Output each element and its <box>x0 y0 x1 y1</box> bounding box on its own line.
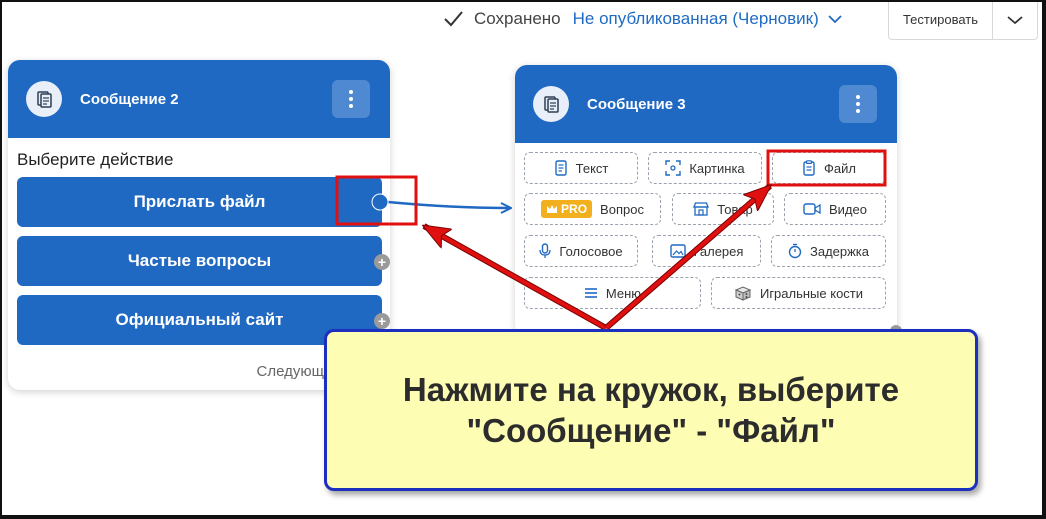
microphone-icon <box>539 243 552 258</box>
option-label: Галерея <box>693 243 744 259</box>
message-avatar <box>26 81 62 117</box>
timer-icon <box>788 243 802 259</box>
top-bar: Сохранено Не опубликованная (Черновик) <box>442 2 843 36</box>
card-menu-button[interactable] <box>839 85 877 123</box>
more-vertical-icon <box>349 89 353 110</box>
option-goods[interactable]: Товар <box>672 193 774 225</box>
option-label: Файл <box>824 160 856 176</box>
card-header: Сообщение 3 <box>515 65 897 143</box>
publish-status-dropdown[interactable]: Не опубликованная (Черновик) <box>573 9 843 29</box>
screenshot-frame: Сохранено Не опубликованная (Черновик) Т… <box>0 0 1046 519</box>
publish-status-label: Не опубликованная (Черновик) <box>572 9 819 28</box>
card-title: Сообщение 2 <box>80 90 179 108</box>
callout-text: Нажмите на кружок, выберите "Сообщение" … <box>402 370 900 449</box>
option-label: Товар <box>717 201 753 217</box>
pro-badge: PRO <box>541 200 593 218</box>
video-icon <box>803 203 821 215</box>
option-label: Текст <box>575 160 609 176</box>
card-menu-button[interactable] <box>332 80 370 118</box>
test-button-group: Тестировать <box>888 2 1038 40</box>
option-pro-question[interactable]: PRO Вопрос <box>524 193 661 225</box>
dice-icon <box>734 286 752 301</box>
option-label: Голосовое <box>559 243 623 259</box>
card-header: Сообщение 2 <box>8 60 390 138</box>
card-title: Сообщение 3 <box>587 95 686 113</box>
message-card-3: Сообщение 3 Текст Картинка Файл PRO Вопр… <box>515 65 897 337</box>
add-connection-icon[interactable]: + <box>374 254 390 270</box>
option-voice[interactable]: Голосовое <box>524 235 638 267</box>
image-scan-icon <box>665 160 682 176</box>
menu-icon <box>584 288 597 298</box>
document-icon <box>544 96 559 113</box>
test-dropdown-button[interactable] <box>993 2 1037 39</box>
connector-line <box>387 200 510 208</box>
option-text[interactable]: Текст <box>524 152 638 184</box>
option-label: Видео <box>829 201 867 217</box>
add-connection-icon[interactable]: + <box>374 313 390 329</box>
send-file-button[interactable]: Прислать файл <box>17 177 382 227</box>
document-icon <box>37 91 52 108</box>
test-button[interactable]: Тестировать <box>889 2 993 39</box>
option-label: Задержка <box>809 243 870 259</box>
crown-icon <box>547 205 558 213</box>
option-menu[interactable]: Меню <box>524 277 701 309</box>
file-icon <box>803 160 815 176</box>
check-icon <box>444 11 463 27</box>
store-icon <box>693 202 710 216</box>
option-dice[interactable]: Игральные кости <box>711 277 886 309</box>
chevron-down-icon <box>1007 15 1023 24</box>
more-vertical-icon <box>856 94 860 115</box>
option-file[interactable]: Файл <box>772 152 886 184</box>
option-image[interactable]: Картинка <box>648 152 762 184</box>
faq-button[interactable]: Частые вопросы <box>17 236 382 286</box>
saved-status: Сохранено <box>474 9 561 28</box>
option-gallery[interactable]: Галерея <box>652 235 761 267</box>
option-label: Игральные кости <box>759 285 864 301</box>
chevron-down-icon <box>828 15 842 24</box>
option-label: Вопрос <box>600 201 644 217</box>
next-step-label: Следующ <box>256 363 324 380</box>
choose-action-label: Выберите действие <box>17 150 174 169</box>
text-doc-icon <box>554 160 567 176</box>
message-avatar <box>533 86 569 122</box>
pro-label: PRO <box>561 202 588 216</box>
option-video[interactable]: Видео <box>784 193 886 225</box>
instruction-callout: Нажмите на кружок, выберите "Сообщение" … <box>324 329 978 491</box>
option-delay[interactable]: Задержка <box>771 235 886 267</box>
option-label: Меню <box>605 285 642 301</box>
gallery-icon <box>669 244 686 258</box>
option-label: Картинка <box>689 160 745 176</box>
